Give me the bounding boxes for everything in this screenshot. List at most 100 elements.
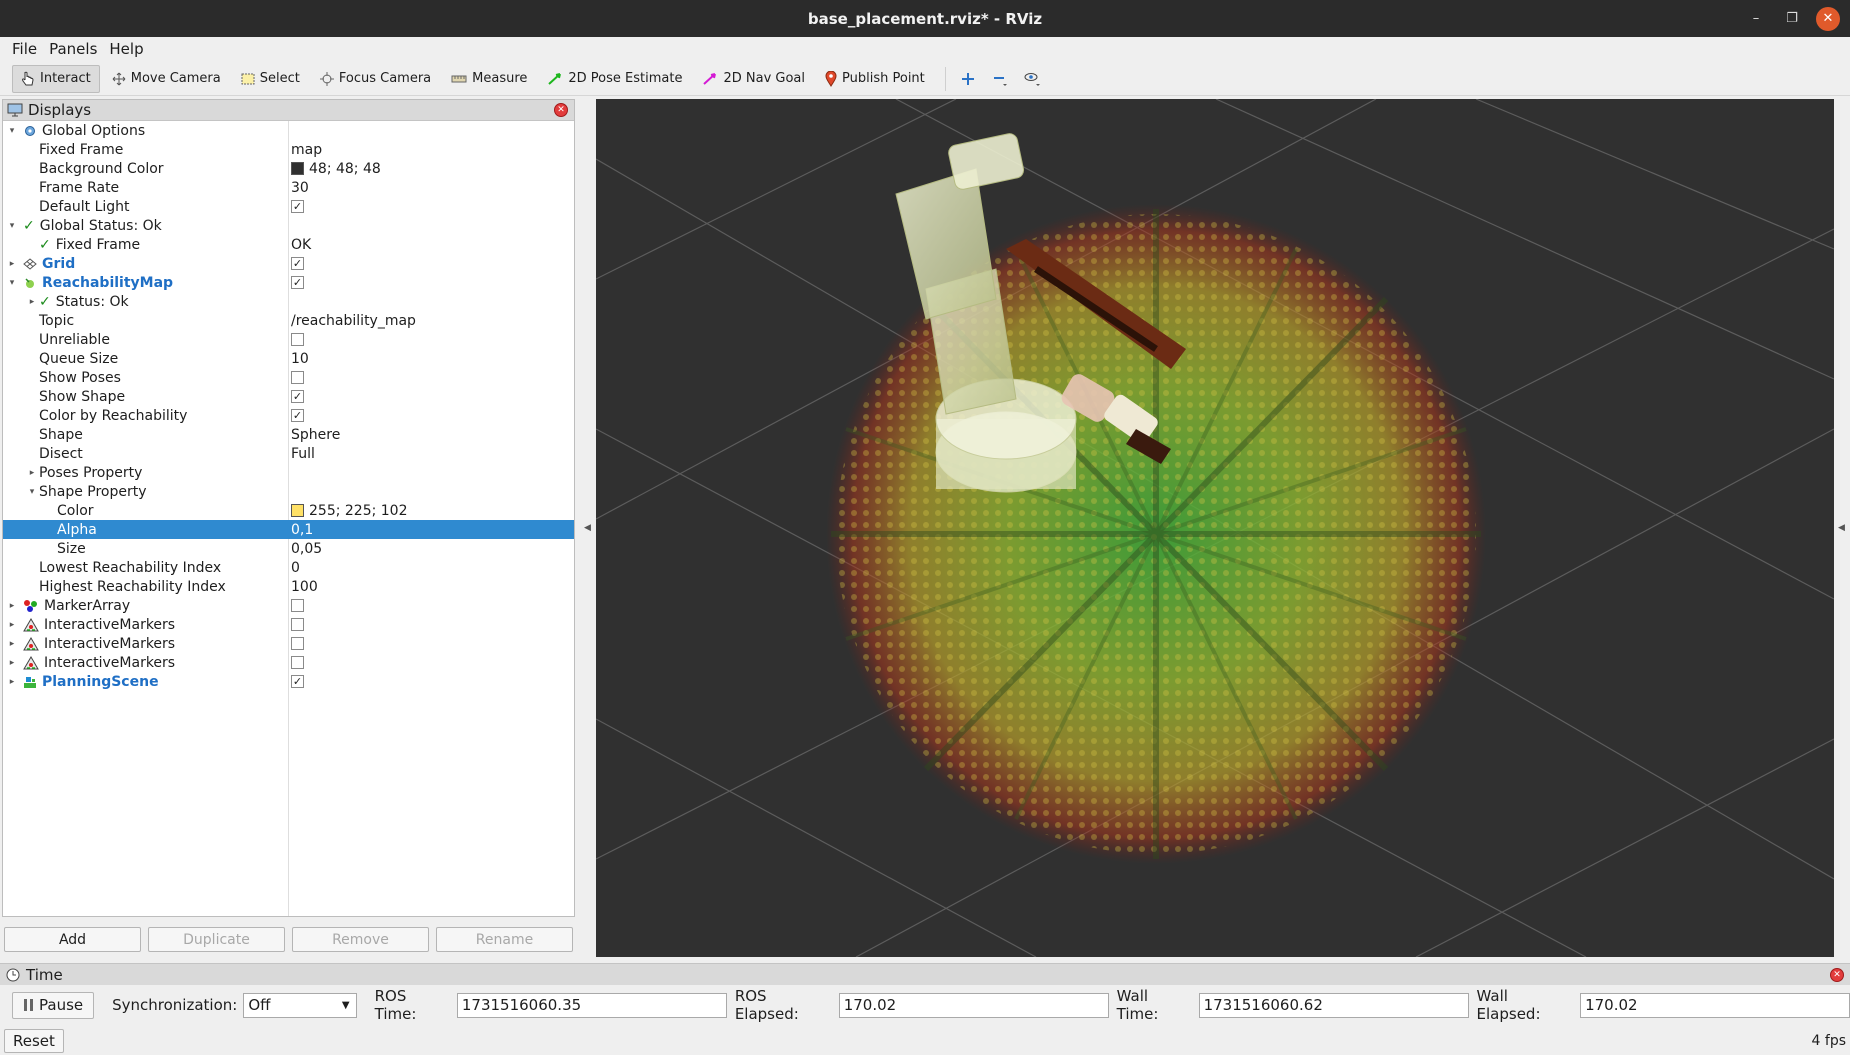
tree-row-color[interactable]: Color 255; 225; 102 [3,501,574,520]
pause-button[interactable]: Pause [12,991,95,1019]
wall-time-field[interactable]: 1731516060.62 [1198,992,1469,1018]
ros-time-field[interactable]: 1731516060.35 [456,992,727,1018]
tree-row-planning-scene[interactable]: ▸ PlanningScene ✓ [3,672,574,691]
view-options-button[interactable] [1018,65,1046,93]
highest-index-value[interactable]: 100 [291,579,318,595]
topic-value[interactable]: /reachability_map [291,313,416,329]
add-button[interactable]: Add [4,927,141,952]
interact-tool-button[interactable]: Interact [12,64,100,93]
default-light-checkbox[interactable]: ✓ [291,200,304,213]
move-camera-tool-button[interactable]: Move Camera [104,65,229,93]
tree-row-fixed-frame[interactable]: Fixed Frame map [3,140,574,159]
left-splitter-handle-icon[interactable]: ◀ [584,523,591,533]
show-shape-checkbox[interactable]: ✓ [291,390,304,403]
tree-row-lowest-index[interactable]: Lowest Reachability Index 0 [3,558,574,577]
restore-icon[interactable]: ❐ [1780,7,1804,31]
tree-row-poses-property[interactable]: ▸ Poses Property [3,463,574,482]
expand-arrow-icon[interactable]: ▸ [7,639,17,649]
minimize-icon[interactable]: – [1744,7,1768,31]
menu-file[interactable]: File [6,40,43,58]
tree-row-shape-property[interactable]: ▾ Shape Property [3,482,574,501]
interactive-markers-checkbox[interactable] [291,618,304,631]
tree-row-topic[interactable]: Topic /reachability_map [3,311,574,330]
tree-row-interactive-markers-1[interactable]: ▸ InteractiveMarkers [3,615,574,634]
interactive-markers-checkbox[interactable] [291,656,304,669]
measure-tool-button[interactable]: Measure [443,65,535,93]
ros-elapsed-field[interactable]: 170.02 [838,992,1109,1018]
background-color-swatch[interactable] [291,162,304,175]
fixed-frame-value[interactable]: map [291,142,322,158]
add-tool-button[interactable] [954,65,982,93]
menu-panels[interactable]: Panels [43,40,103,58]
collapse-arrow-icon[interactable]: ▾ [7,221,17,231]
wall-elapsed-field[interactable]: 170.02 [1580,992,1850,1018]
show-poses-checkbox[interactable] [291,371,304,384]
select-tool-button[interactable]: Select [233,65,308,93]
collapse-arrow-icon[interactable]: ▾ [27,487,37,497]
synchronization-select[interactable]: Off ▼ [243,992,357,1018]
tree-row-reachability-map[interactable]: ▾ ReachabilityMap ✓ [3,273,574,292]
tree-row-disect[interactable]: Disect Full [3,444,574,463]
reachability-map-checkbox[interactable]: ✓ [291,276,304,289]
tree-row-interactive-markers-3[interactable]: ▸ InteractiveMarkers [3,653,574,672]
close-panel-icon[interactable]: ✕ [554,103,568,117]
expand-arrow-icon[interactable]: ▸ [7,259,17,269]
frame-rate-value[interactable]: 30 [291,180,309,196]
grid-checkbox[interactable]: ✓ [291,257,304,270]
tree-row-color-by-reachability[interactable]: Color by Reachability ✓ [3,406,574,425]
disect-value[interactable]: Full [291,446,315,462]
unreliable-checkbox[interactable] [291,333,304,346]
shape-value[interactable]: Sphere [291,427,340,443]
background-color-value[interactable]: 48; 48; 48 [309,161,381,177]
expand-arrow-icon[interactable]: ▸ [27,297,37,307]
tree-row-show-shape[interactable]: Show Shape ✓ [3,387,574,406]
color-value[interactable]: 255; 225; 102 [309,503,408,519]
expand-arrow-icon[interactable]: ▸ [7,658,17,668]
tree-row-frame-rate[interactable]: Frame Rate 30 [3,178,574,197]
tree-row-default-light[interactable]: Default Light ✓ [3,197,574,216]
queue-size-value[interactable]: 10 [291,351,309,367]
publish-point-tool-button[interactable]: Publish Point [817,65,933,93]
tree-row-marker-array[interactable]: ▸ MarkerArray [3,596,574,615]
tree-row-unreliable[interactable]: Unreliable [3,330,574,349]
remove-tool-button[interactable] [986,65,1014,93]
expand-arrow-icon[interactable]: ▸ [27,468,37,478]
nav-goal-tool-button[interactable]: 2D Nav Goal [694,65,813,93]
tree-row-global-options[interactable]: ▾ Global Options [3,121,574,140]
tree-row-interactive-markers-2[interactable]: ▸ InteractiveMarkers [3,634,574,653]
rename-button[interactable]: Rename [436,927,573,952]
right-splitter-handle-icon[interactable]: ◀ [1838,523,1845,533]
expand-arrow-icon[interactable]: ▸ [7,601,17,611]
tree-row-grid[interactable]: ▸ Grid ✓ [3,254,574,273]
reset-button[interactable]: Reset [4,1029,64,1053]
3d-viewport[interactable] [596,99,1834,957]
tree-row-show-poses[interactable]: Show Poses [3,368,574,387]
menu-help[interactable]: Help [103,40,149,58]
close-icon[interactable]: ✕ [1816,6,1840,31]
planning-scene-checkbox[interactable]: ✓ [291,675,304,688]
interactive-markers-checkbox[interactable] [291,637,304,650]
tree-row-size[interactable]: Size 0,05 [3,539,574,558]
color-swatch[interactable] [291,504,304,517]
marker-array-checkbox[interactable] [291,599,304,612]
alpha-value[interactable]: 0,1 [291,522,313,538]
focus-camera-tool-button[interactable]: Focus Camera [312,65,439,93]
collapse-arrow-icon[interactable]: ▾ [7,126,17,136]
tree-row-status-ok[interactable]: ▸ ✓ Status: Ok [3,292,574,311]
collapse-arrow-icon[interactable]: ▾ [7,278,17,288]
lowest-index-value[interactable]: 0 [291,560,300,576]
pose-estimate-tool-button[interactable]: 2D Pose Estimate [539,65,690,93]
tree-row-background-color[interactable]: Background Color 48; 48; 48 [3,159,574,178]
close-panel-icon[interactable]: ✕ [1830,968,1844,982]
duplicate-button[interactable]: Duplicate [148,927,285,952]
tree-row-shape[interactable]: Shape Sphere [3,425,574,444]
expand-arrow-icon[interactable]: ▸ [7,620,17,630]
tree-row-highest-index[interactable]: Highest Reachability Index 100 [3,577,574,596]
tree-row-global-status[interactable]: ▾ ✓ Global Status: Ok [3,216,574,235]
remove-button[interactable]: Remove [292,927,429,952]
size-value[interactable]: 0,05 [291,541,322,557]
tree-row-status-fixed-frame[interactable]: ✓ Fixed Frame OK [3,235,574,254]
expand-arrow-icon[interactable]: ▸ [7,677,17,687]
color-by-reachability-checkbox[interactable]: ✓ [291,409,304,422]
tree-row-queue-size[interactable]: Queue Size 10 [3,349,574,368]
